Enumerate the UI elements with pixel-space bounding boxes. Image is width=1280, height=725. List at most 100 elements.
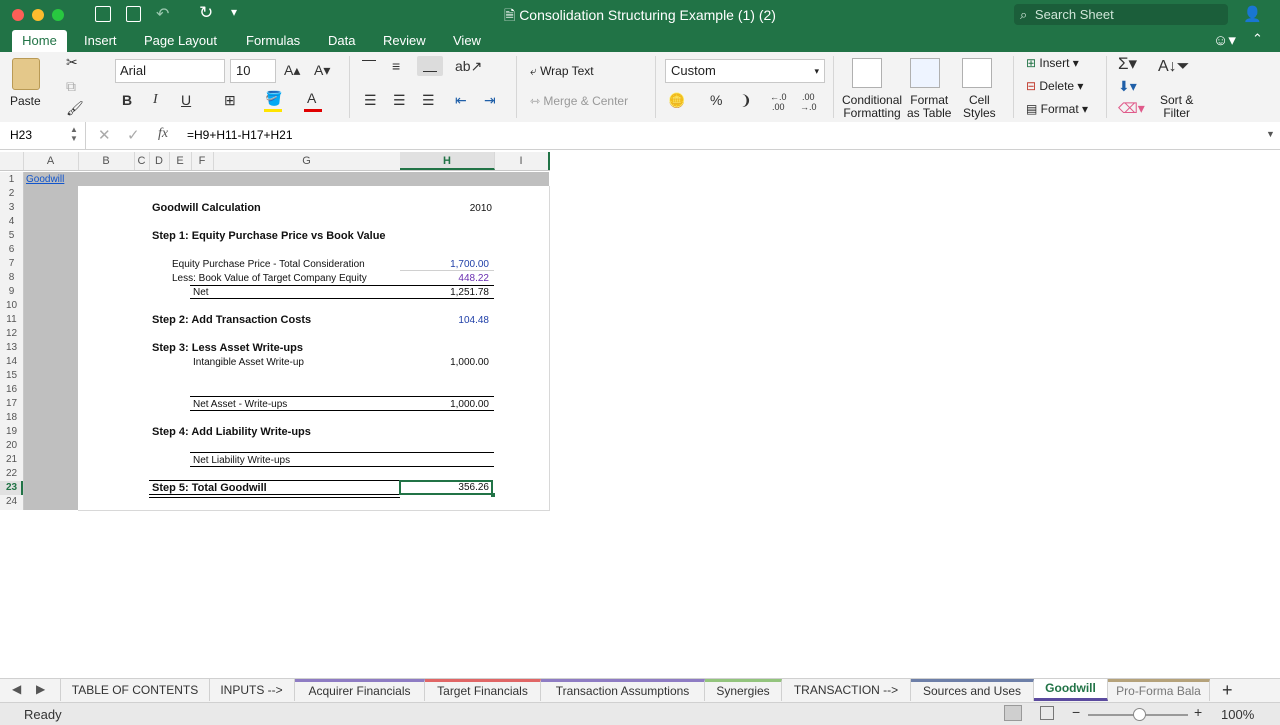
- conditional-formatting-button[interactable]: Conditional Formatting: [842, 94, 902, 120]
- row-header[interactable]: 18: [0, 411, 23, 425]
- italic-button[interactable]: I: [153, 92, 158, 108]
- cancel-icon[interactable]: ✕: [98, 126, 111, 144]
- smiley-feedback-icon[interactable]: ☺▾: [1213, 31, 1236, 49]
- zoom-out-icon[interactable]: −: [1072, 704, 1080, 720]
- column-header-e[interactable]: E: [169, 152, 192, 170]
- row-header[interactable]: 14: [0, 355, 23, 369]
- expand-formula-icon[interactable]: ▼: [1266, 129, 1275, 139]
- format-as-table-button[interactable]: Format as Table: [907, 94, 951, 120]
- column-header-g[interactable]: G: [213, 152, 401, 170]
- column-header-b[interactable]: B: [78, 152, 135, 170]
- zoom-in-icon[interactable]: +: [1194, 704, 1202, 720]
- intangible-writeup-value[interactable]: 1,000.00: [400, 357, 489, 368]
- column-header-d[interactable]: D: [149, 152, 170, 170]
- row-header[interactable]: 2: [0, 187, 23, 201]
- insert-cells-button[interactable]: ⊞ Insert ▾: [1026, 56, 1079, 70]
- clear-icon[interactable]: ⌫▾: [1118, 100, 1145, 117]
- font-size-select[interactable]: 10: [230, 59, 276, 83]
- sheet-tab-synergies[interactable]: Synergies: [705, 679, 782, 701]
- book-value-value[interactable]: 448.22: [400, 273, 489, 284]
- increase-font-size-icon[interactable]: A▴: [284, 62, 300, 79]
- scroll-tabs-left-icon[interactable]: ◀: [12, 682, 21, 696]
- percent-icon[interactable]: %: [710, 92, 722, 108]
- decrease-font-size-icon[interactable]: A▾: [314, 62, 330, 79]
- row-header[interactable]: 3: [0, 201, 23, 215]
- row-header[interactable]: 23: [0, 481, 23, 495]
- delete-cells-button[interactable]: ⊟ Delete ▾: [1026, 79, 1083, 93]
- currency-icon[interactable]: 🪙: [668, 92, 685, 109]
- row-header[interactable]: 21: [0, 453, 23, 467]
- paste-button[interactable]: Paste: [10, 94, 41, 108]
- zoom-slider-thumb[interactable]: [1133, 708, 1146, 721]
- tab-home[interactable]: Home: [12, 30, 67, 52]
- format-cells-button[interactable]: ▤ Format ▾: [1026, 102, 1088, 116]
- align-bottom-icon[interactable]: ⎽: [417, 56, 443, 76]
- number-format-select[interactable]: Custom ▾: [665, 59, 825, 83]
- search-sheet-field[interactable]: ⌕ Search Sheet: [1014, 4, 1228, 25]
- borders-icon[interactable]: ⊞: [224, 92, 236, 109]
- tab-view[interactable]: View: [453, 30, 481, 52]
- conditional-formatting-icon[interactable]: [852, 58, 882, 88]
- function-icon[interactable]: fx: [158, 126, 168, 142]
- sheet-tab-sources-and-uses[interactable]: Sources and Uses: [911, 679, 1034, 701]
- net-asset-writeups-value[interactable]: 1,000.00: [400, 399, 489, 410]
- copy-icon[interactable]: ⧉: [66, 78, 76, 95]
- decrease-indent-icon[interactable]: ⇤: [455, 92, 467, 109]
- paste-icon[interactable]: [12, 58, 40, 90]
- align-right-icon[interactable]: ☰: [422, 92, 435, 109]
- equity-purchase-value[interactable]: 1,700.00: [400, 259, 489, 270]
- name-box[interactable]: H23 ▲ ▼: [0, 122, 86, 149]
- share-person-icon[interactable]: 👤: [1243, 5, 1262, 23]
- bold-button[interactable]: B: [122, 92, 132, 108]
- row-header[interactable]: 13: [0, 341, 23, 355]
- row-header[interactable]: 24: [0, 495, 23, 509]
- cell-styles-icon[interactable]: [962, 58, 992, 88]
- select-all-corner[interactable]: [0, 152, 24, 170]
- page-layout-view-icon[interactable]: [1040, 706, 1054, 720]
- fill-icon[interactable]: ⬇▾: [1118, 78, 1137, 95]
- sort-filter-icon[interactable]: A↓⏷: [1158, 58, 1189, 76]
- row-header[interactable]: 16: [0, 383, 23, 397]
- align-left-icon[interactable]: ☰: [364, 92, 377, 109]
- sheet-tab-transaction-assumptions[interactable]: Transaction Assumptions: [541, 679, 705, 701]
- row-header[interactable]: 6: [0, 243, 23, 257]
- formula-input[interactable]: =H9+H11-H17+H21: [187, 128, 293, 142]
- cell-styles-button[interactable]: Cell Styles: [963, 94, 996, 120]
- sort-filter-button[interactable]: Sort & Filter: [1160, 94, 1193, 120]
- fill-color-icon[interactable]: 🪣: [265, 90, 282, 107]
- add-sheet-icon[interactable]: +: [1222, 680, 1233, 701]
- align-top-icon[interactable]: ⎺: [362, 58, 376, 75]
- row-header[interactable]: 9: [0, 285, 23, 299]
- merge-center-button[interactable]: ⇿ Merge & Center: [530, 94, 628, 108]
- tab-insert[interactable]: Insert: [84, 30, 117, 52]
- orientation-icon[interactable]: ab↗: [455, 58, 482, 75]
- decrease-decimal-icon[interactable]: .00 →.0: [800, 92, 817, 112]
- align-middle-icon[interactable]: ≡: [392, 58, 400, 74]
- normal-view-icon[interactable]: [1004, 705, 1022, 721]
- row-header[interactable]: 17: [0, 397, 23, 411]
- autosum-icon[interactable]: Σ▾: [1118, 54, 1137, 74]
- sheet-tab-pro-forma-balance[interactable]: Pro-Forma Bala: [1108, 679, 1210, 701]
- increase-decimal-icon[interactable]: ←.0.00: [770, 92, 787, 112]
- column-header-c[interactable]: C: [134, 152, 150, 170]
- row-header[interactable]: 15: [0, 369, 23, 383]
- format-as-table-icon[interactable]: [910, 58, 940, 88]
- fill-handle[interactable]: [491, 493, 495, 497]
- increase-indent-icon[interactable]: ⇥: [484, 92, 496, 109]
- row-header[interactable]: 20: [0, 439, 23, 453]
- sheet-tab-inputs[interactable]: INPUTS -->: [209, 679, 295, 701]
- tab-page-layout[interactable]: Page Layout: [144, 30, 217, 52]
- row-header[interactable]: 22: [0, 467, 23, 481]
- net-value[interactable]: 1,251.78: [400, 287, 489, 298]
- enter-check-icon[interactable]: ✓: [127, 126, 140, 144]
- row-header[interactable]: 12: [0, 327, 23, 341]
- row-header[interactable]: 1: [0, 173, 23, 187]
- goodwill-link[interactable]: Goodwill: [26, 174, 64, 185]
- row-header[interactable]: 4: [0, 215, 23, 229]
- scroll-tabs-right-icon[interactable]: ▶: [36, 682, 45, 696]
- tab-formulas[interactable]: Formulas: [246, 30, 300, 52]
- tab-data[interactable]: Data: [328, 30, 355, 52]
- sheet-tab-target-financials[interactable]: Target Financials: [425, 679, 541, 701]
- font-color-icon[interactable]: A: [307, 90, 316, 106]
- collapse-ribbon-icon[interactable]: ⌃: [1252, 31, 1263, 47]
